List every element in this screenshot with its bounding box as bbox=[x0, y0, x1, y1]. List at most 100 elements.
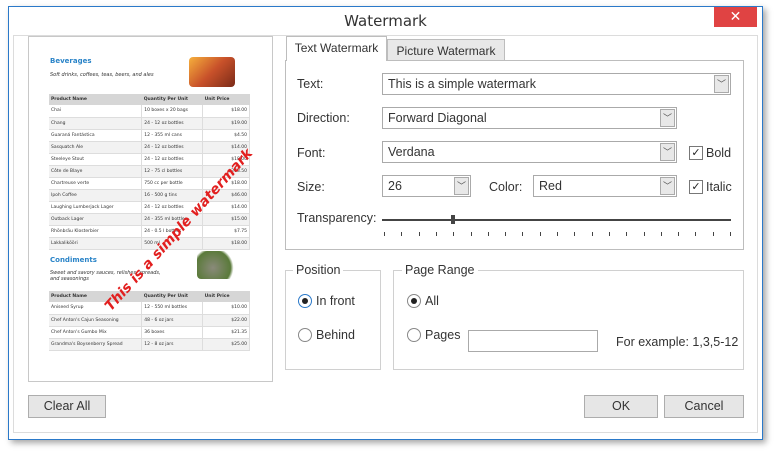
column-header: Product Name bbox=[49, 94, 142, 105]
table-cell: 24 - 12 oz bottles bbox=[141, 141, 204, 154]
size-label: Size: bbox=[297, 180, 325, 194]
slider-tick bbox=[384, 232, 385, 236]
check-icon: ✓ bbox=[691, 180, 701, 193]
tab-picture-watermark[interactable]: Picture Watermark bbox=[387, 39, 505, 61]
pages-label: Pages bbox=[425, 328, 461, 342]
column-header: Unit Price bbox=[202, 94, 250, 105]
table-header: Product Name Quantity Per Unit Unit Price bbox=[49, 94, 250, 105]
direction-combo[interactable]: Forward Diagonal ﹀ bbox=[382, 107, 677, 129]
tab-text-watermark[interactable]: Text Watermark bbox=[286, 36, 387, 61]
clear-all-button[interactable]: Clear All bbox=[28, 395, 106, 418]
column-header: Quantity Per Unit bbox=[141, 94, 203, 105]
slider-tick bbox=[418, 232, 420, 236]
column-header: Unit Price bbox=[202, 291, 250, 302]
table-cell: $7.75 bbox=[202, 225, 250, 238]
italic-checkbox[interactable]: ✓ bbox=[689, 180, 703, 194]
table-cell: Chang bbox=[49, 117, 143, 130]
pages-radio[interactable] bbox=[407, 328, 421, 342]
position-group bbox=[285, 270, 381, 370]
behind-radio[interactable] bbox=[298, 328, 312, 342]
dialog-title: Watermark bbox=[344, 12, 427, 30]
slider-tick bbox=[695, 232, 697, 236]
table-cell: Lakkalikööri bbox=[49, 237, 143, 250]
pages-input[interactable] bbox=[468, 330, 598, 352]
chevron-down-icon[interactable]: ﹀ bbox=[714, 75, 729, 93]
slider-tick bbox=[678, 232, 680, 236]
table-row: Chang 24 - 12 oz bottles $19.00 bbox=[49, 117, 250, 130]
table-cell: Sasquatch Ale bbox=[49, 141, 143, 154]
size-value: 26 bbox=[388, 179, 402, 193]
table-row: Chef Anton's Gumbo Mix 36 boxes $21.35 bbox=[49, 326, 250, 339]
close-icon: ✕ bbox=[729, 9, 742, 25]
beverages-image bbox=[189, 57, 235, 87]
table-cell: $19.00 bbox=[202, 117, 250, 130]
table-cell: 12 - 8 oz jars bbox=[141, 338, 204, 351]
transparency-label: Transparency: bbox=[297, 211, 377, 225]
condiments-image bbox=[197, 251, 237, 279]
table-cell: Côte de Blaye bbox=[49, 165, 143, 178]
slider-tick bbox=[643, 232, 645, 236]
all-radio[interactable] bbox=[407, 294, 421, 308]
table-cell: 12 - 550 ml bottles bbox=[141, 302, 204, 315]
table-cell: Grandma's Boysenberry Spread bbox=[49, 338, 143, 351]
transparency-slider-track[interactable] bbox=[382, 219, 731, 221]
chevron-down-icon[interactable]: ﹀ bbox=[660, 143, 675, 161]
all-label: All bbox=[425, 294, 439, 308]
section-title: Condiments bbox=[50, 256, 97, 264]
table-row: Grandma's Boysenberry Spread 12 - 8 oz ja… bbox=[49, 338, 250, 351]
bold-checkbox[interactable]: ✓ bbox=[689, 146, 703, 160]
color-combo[interactable]: Red ﹀ bbox=[533, 175, 677, 197]
table-row: Chai 10 boxes x 20 bags $18.00 bbox=[49, 105, 250, 118]
table-cell: $21.35 bbox=[202, 326, 250, 339]
slider-tick bbox=[591, 232, 593, 236]
section-title: Beverages bbox=[50, 57, 92, 65]
font-combo[interactable]: Verdana ﹀ bbox=[382, 141, 677, 163]
in-front-radio[interactable] bbox=[298, 294, 312, 308]
table-row: Chef Anton's Cajun Seasoning 48 - 6 oz ja… bbox=[49, 314, 250, 327]
in-front-label: In front bbox=[316, 294, 355, 308]
table-cell: Steeleye Stout bbox=[49, 153, 143, 166]
table-cell: 48 - 6 oz jars bbox=[141, 314, 204, 327]
color-label: Color: bbox=[489, 180, 523, 194]
slider-tick bbox=[453, 232, 455, 236]
slider-tick bbox=[539, 232, 541, 236]
ok-button[interactable]: OK bbox=[584, 395, 658, 418]
font-value: Verdana bbox=[388, 145, 435, 159]
position-legend: Position bbox=[293, 263, 344, 277]
table-cell: Chai bbox=[49, 105, 143, 118]
table-cell: 36 boxes bbox=[141, 326, 204, 339]
slider-tick bbox=[435, 232, 437, 236]
table-row: Rhönbräu Klosterbier 24 - 0.5 l bottles $7… bbox=[49, 225, 250, 238]
table-row: Laughing Lumberjack Lager 24 - 12 oz bott… bbox=[49, 201, 250, 214]
direction-value: Forward Diagonal bbox=[388, 111, 487, 125]
table-cell: Guaraná Fantástica bbox=[49, 129, 143, 142]
cancel-button[interactable]: Cancel bbox=[664, 395, 744, 418]
table-cell: 16 - 500 g tins bbox=[141, 189, 204, 202]
bold-label: Bold bbox=[706, 146, 732, 160]
table-row: Lakkalikööri 500 ml $18.00 bbox=[49, 237, 250, 250]
table-cell: 750 cc per bottle bbox=[141, 177, 204, 190]
table-cell: Rhönbräu Klosterbier bbox=[49, 225, 143, 238]
size-combo[interactable]: 26 ﹀ bbox=[382, 175, 471, 197]
table-row: Steeleye Stout 24 - 12 oz bottles $18.00 bbox=[49, 153, 250, 166]
table-cell: $22.00 bbox=[202, 314, 250, 327]
pages-example: For example: 1,3,5-12 bbox=[616, 335, 739, 349]
slider-tick bbox=[626, 232, 628, 236]
behind-label: Behind bbox=[316, 328, 355, 342]
table-cell: $18.00 bbox=[202, 237, 250, 250]
table-cell: 12 - 75 cl bottles bbox=[141, 165, 204, 178]
table-cell: 10 boxes x 20 bags bbox=[141, 105, 204, 118]
section-subtitle: Soft drinks, coffees, teas, beers, and a… bbox=[50, 72, 154, 78]
chevron-down-icon[interactable]: ﹀ bbox=[660, 109, 675, 127]
text-value: This is a simple watermark bbox=[388, 77, 536, 91]
slider-tick bbox=[660, 232, 662, 236]
chevron-down-icon[interactable]: ﹀ bbox=[660, 177, 675, 195]
slider-tick bbox=[730, 232, 731, 236]
table-cell: $15.00 bbox=[202, 213, 250, 226]
text-combo[interactable]: This is a simple watermark ﹀ bbox=[382, 73, 731, 95]
chevron-down-icon[interactable]: ﹀ bbox=[454, 177, 469, 195]
direction-label: Direction: bbox=[297, 111, 350, 125]
close-button[interactable]: ✕ bbox=[714, 7, 757, 27]
check-icon: ✓ bbox=[691, 146, 701, 159]
transparency-slider-thumb[interactable] bbox=[451, 215, 456, 224]
